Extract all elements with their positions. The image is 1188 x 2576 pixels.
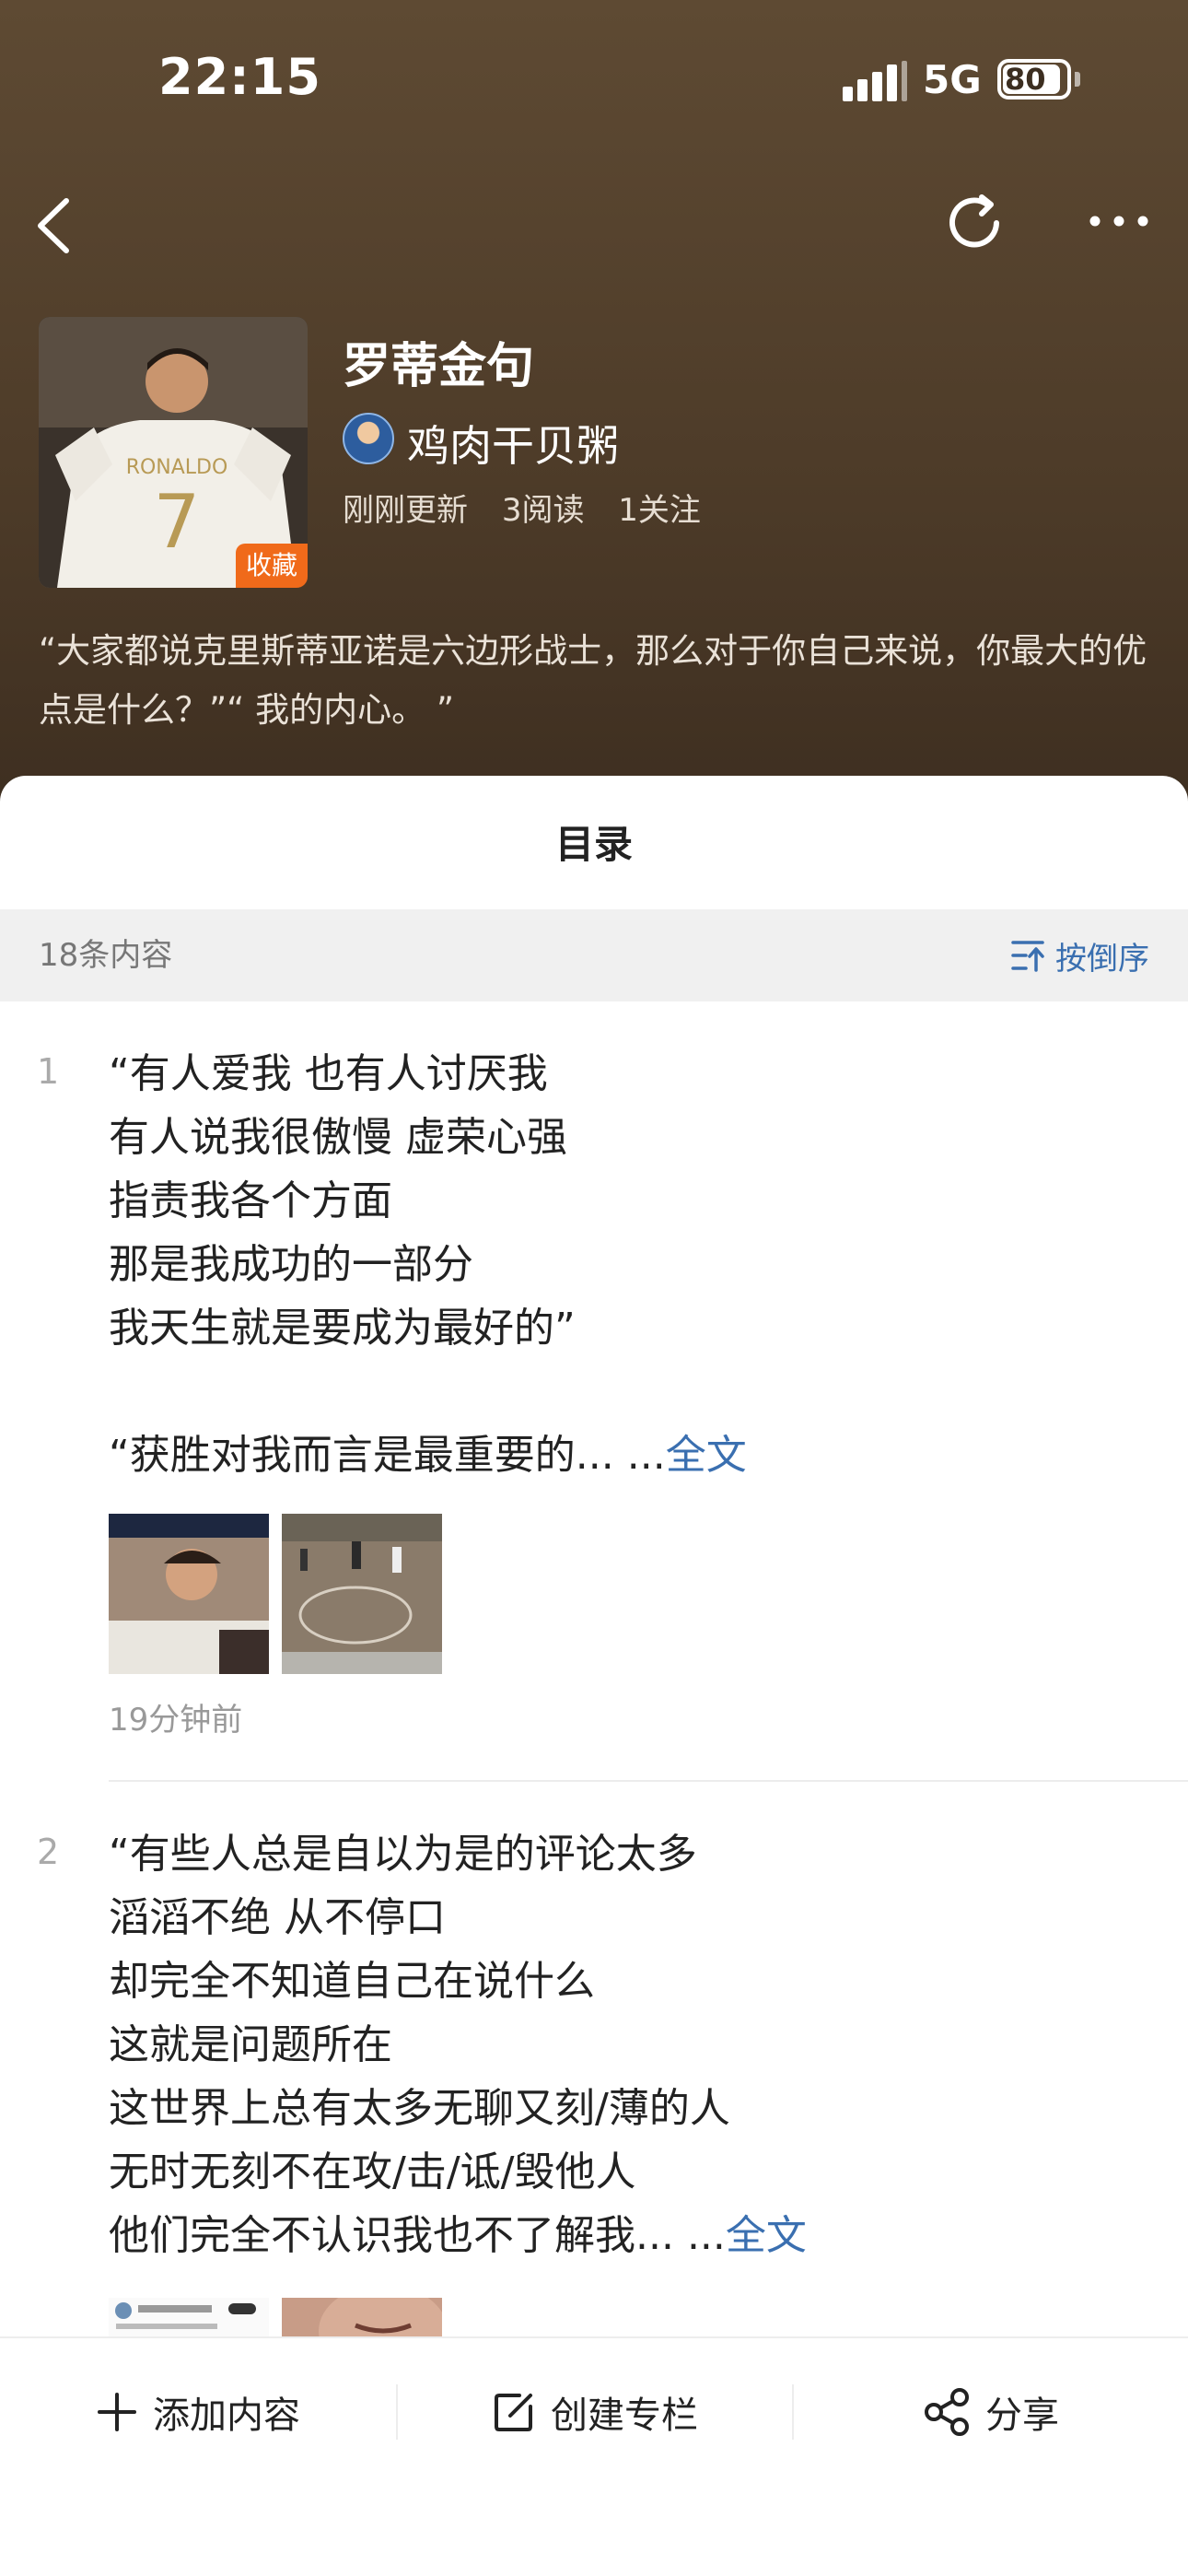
share-button[interactable]: 分享 (794, 2338, 1188, 2486)
item-count: 18条内容 (39, 937, 173, 974)
more-horizontal-icon (1089, 216, 1148, 227)
entry-text: “有些人总是自以为是的评论太多 滔滔不绝 从不停口 却完全不知道自己在说什么 这… (109, 1822, 1149, 2267)
plus-icon (98, 2393, 136, 2431)
status-time: 22:15 (158, 48, 321, 106)
add-content-label: 添加内容 (153, 2395, 300, 2437)
sort-label: 按倒序 (1055, 940, 1149, 978)
signal-icon (843, 61, 907, 101)
svg-text:RONALDO: RONALDO (126, 456, 228, 479)
create-column-label: 创建专栏 (551, 2395, 698, 2437)
battery-icon: 80 (997, 59, 1071, 100)
read-count: 3阅读 (501, 492, 585, 529)
share-icon (925, 2388, 969, 2436)
collection-cover-image: RONALDO 7 收藏 (39, 317, 308, 588)
entry-thumbnail[interactable] (282, 1514, 442, 1674)
author-avatar[interactable] (343, 413, 394, 464)
battery-nub (1075, 72, 1080, 87)
battery-level: 80 (1003, 64, 1060, 94)
favorite-badge: 收藏 (236, 544, 308, 588)
fulltext-link[interactable]: 全文 (666, 1432, 747, 1479)
network-type: 5G (923, 57, 982, 102)
chevron-left-icon (38, 198, 69, 253)
sort-reverse-button[interactable]: 按倒序 (1009, 909, 1149, 1001)
sheet-title: 目录 (554, 822, 633, 867)
follow-count: 1关注 (618, 492, 701, 529)
filter-bar: 18条内容 按倒序 (0, 909, 1188, 1001)
svg-text:7: 7 (154, 479, 201, 565)
entry-time: 19分钟前 (109, 1702, 243, 1739)
collection-title: 罗蒂金句 (343, 339, 535, 394)
create-column-button[interactable]: 创建专栏 (398, 2338, 792, 2486)
edit-icon (495, 2394, 532, 2431)
collection-meta: 刚刚更新 3阅读 1关注 (343, 485, 725, 530)
status-bar: 22:15 5G 80 (0, 0, 1188, 157)
bottom-action-bar: 添加内容 创建专栏 分享 (0, 2336, 1188, 2576)
share-label: 分享 (985, 2395, 1059, 2437)
refresh-icon (949, 194, 999, 248)
author-name[interactable]: 鸡肉干贝粥 (407, 413, 619, 474)
table-of-contents-sheet: 目录 18条内容 按倒序 1 “有人爱我 也有人讨厌我 有人说我很傲慢 虚荣心强… (0, 776, 1188, 2576)
collection-summary: “大家都说克里斯蒂亚诺是六边形战士，那么对于你自己来说，你最大的优点是什么？”“… (39, 631, 1147, 730)
sort-icon (1011, 941, 1044, 972)
collection-header: 22:15 5G 80 RONALDO 7 收藏 罗蒂金句 鸡肉干贝粥 刚刚更新… (0, 0, 1188, 829)
entry-number: 1 (37, 1051, 60, 1092)
entry-excerpt: “有些人总是自以为是的评论太多 滔滔不绝 从不停口 却完全不知道自己在说什么 这… (109, 1831, 730, 2259)
updated-label: 刚刚更新 (343, 492, 468, 529)
entry-thumbnail[interactable] (109, 1514, 269, 1674)
entry-text: “有人爱我 也有人讨厌我 有人说我很傲慢 虚荣心强 指责我各个方面 那是我成功的… (109, 1042, 1149, 1487)
more-button[interactable] (1087, 189, 1151, 253)
entry-excerpt: “有人爱我 也有人讨厌我 有人说我很傲慢 虚荣心强 指责我各个方面 那是我成功的… (109, 1050, 666, 1479)
fulltext-link[interactable]: 全文 (726, 2212, 807, 2259)
add-content-button[interactable]: 添加内容 (0, 2338, 396, 2486)
list-item[interactable]: 1 “有人爱我 也有人讨厌我 有人说我很傲慢 虚荣心强 指责我各个方面 那是我成… (0, 1001, 1188, 1739)
entry-number: 2 (37, 1832, 60, 1872)
back-button[interactable] (28, 193, 92, 258)
refresh-button[interactable] (939, 188, 1009, 258)
